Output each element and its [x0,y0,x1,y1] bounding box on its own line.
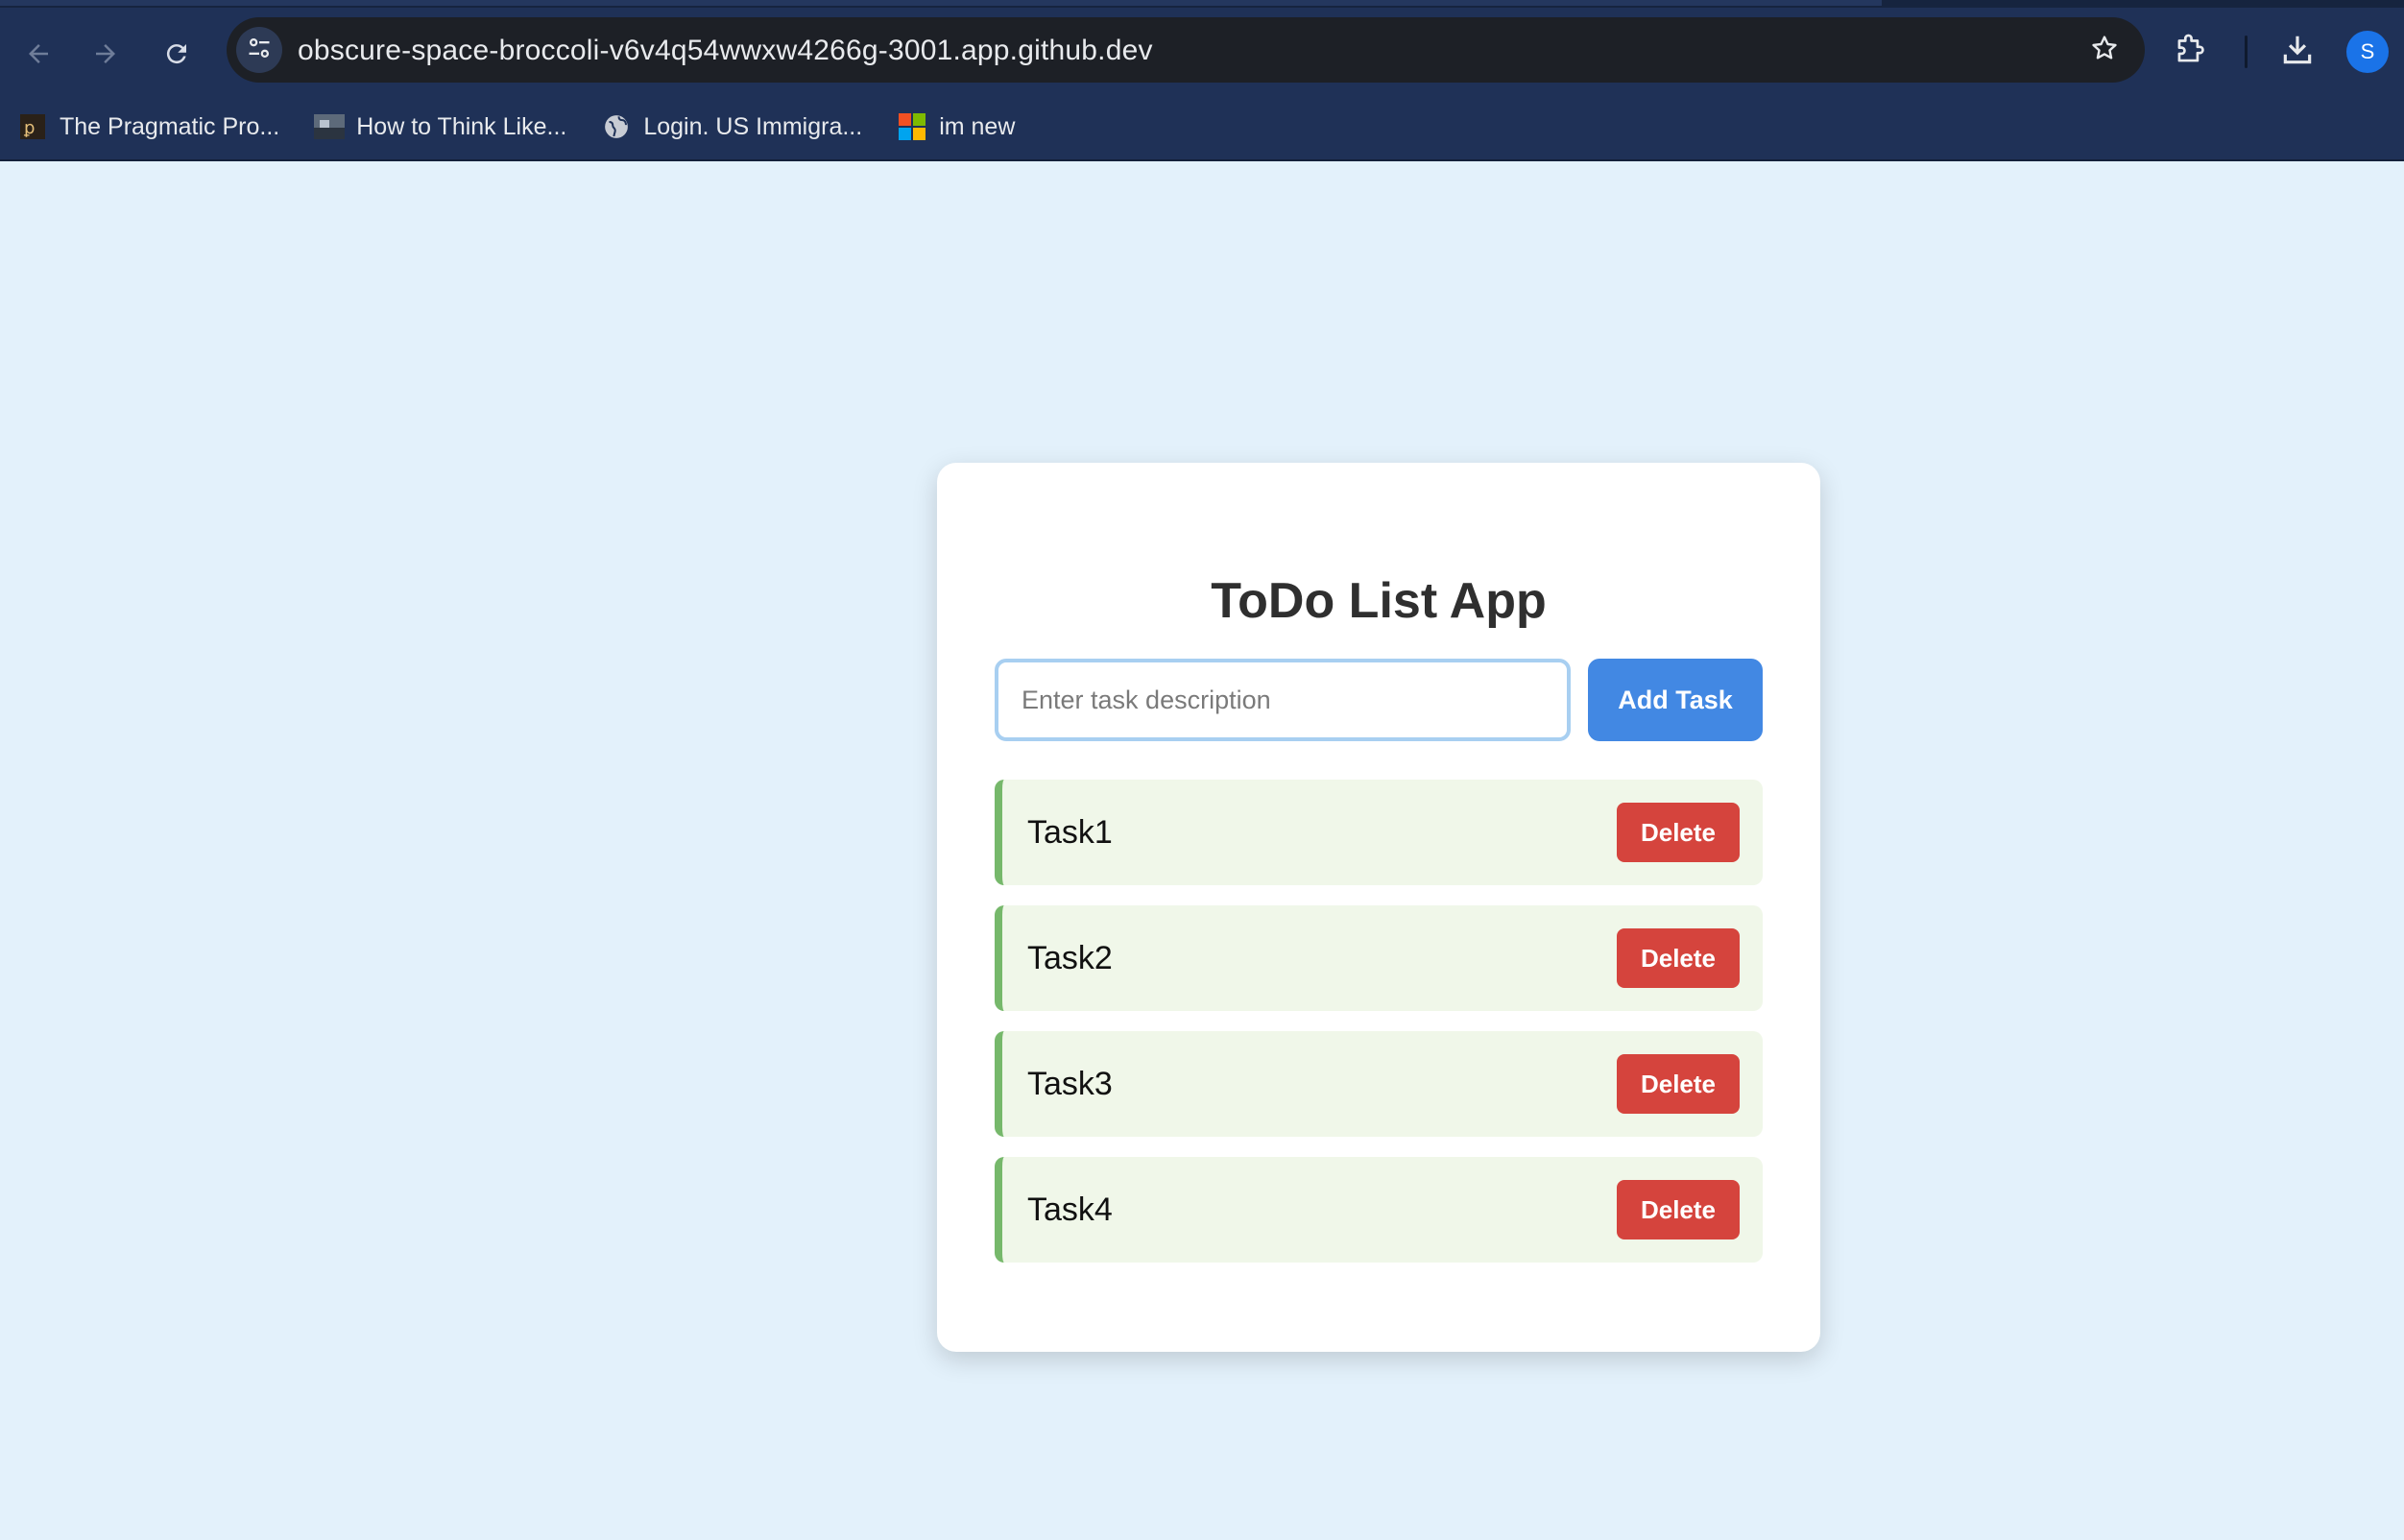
page-content: ToDo List App Add Task Task1 Delete Task… [0,161,2404,1540]
bookmark-pragmatic-programmer[interactable]: ꝑ The Pragmatic Pro... [0,106,297,148]
delete-task-button[interactable]: Delete [1617,1054,1740,1114]
active-tab-edge [0,0,1882,6]
task-label: Task4 [1027,1191,1113,1228]
url-text[interactable]: obscure-space-broccoli-v6v4q54wwxw4266g-… [298,35,1153,67]
svg-text:ꝑ: ꝑ [23,118,35,138]
back-button[interactable] [17,33,60,75]
bookmark-im-new[interactable]: im new [879,106,1032,148]
delete-task-button[interactable]: Delete [1617,803,1740,862]
address-bar[interactable]: obscure-space-broccoli-v6v4q54wwxw4266g-… [227,17,2145,83]
task-item: Task4 Delete [995,1157,1763,1263]
task-label: Task2 [1027,939,1113,976]
forward-button[interactable] [84,33,127,75]
browser-toolbar: obscure-space-broccoli-v6v4q54wwxw4266g-… [0,15,2404,84]
profile-button[interactable]: S [2346,25,2389,79]
bookmark-label: im new [939,112,1016,140]
reload-button[interactable] [156,33,198,75]
download-icon [2279,32,2316,73]
task-item: Task2 Delete [995,905,1763,1011]
toolbar-divider [2245,25,2248,79]
puzzle-icon [2172,32,2208,73]
add-task-button[interactable]: Add Task [1588,659,1763,741]
todo-card: ToDo List App Add Task Task1 Delete Task… [937,463,1820,1352]
bookmark-label: The Pragmatic Pro... [60,112,280,140]
delete-task-button[interactable]: Delete [1617,1180,1740,1239]
forward-arrow-icon [91,39,120,68]
bookmark-label: How to Think Like... [356,112,567,140]
bookmark-how-to-think[interactable]: How to Think Like... [297,106,584,148]
task-item: Task1 Delete [995,780,1763,885]
task-description-input[interactable] [995,659,1571,741]
extensions-button[interactable] [2172,25,2208,79]
star-icon [2089,33,2120,68]
pragmatic-programmer-icon: ꝑ [17,111,48,142]
downloads-button[interactable] [2279,25,2316,79]
task-label: Task3 [1027,1065,1113,1102]
book-thumbnail-icon [314,111,346,142]
back-arrow-icon [24,39,53,68]
page-title: ToDo List App [1211,573,1547,629]
microsoft-icon [897,111,927,142]
bookmarks-bar: ꝑ The Pragmatic Pro... How to Think Like… [0,104,2404,150]
task-list: Task1 Delete Task2 Delete Task3 Delete T… [995,780,1763,1283]
bookmark-label: Login. US Immigra... [643,112,863,140]
browser-chrome: obscure-space-broccoli-v6v4q54wwxw4266g-… [0,0,2404,161]
bookmark-star-button[interactable] [2085,31,2124,69]
reload-icon [162,39,191,68]
bookmark-us-immigration[interactable]: Login. US Immigra... [584,106,879,148]
delete-task-button[interactable]: Delete [1617,928,1740,988]
task-label: Task1 [1027,813,1113,851]
site-info-button[interactable] [236,27,282,73]
globe-icon [601,111,632,142]
tune-icon [246,35,273,66]
avatar: S [2346,31,2389,73]
task-item: Task3 Delete [995,1031,1763,1137]
